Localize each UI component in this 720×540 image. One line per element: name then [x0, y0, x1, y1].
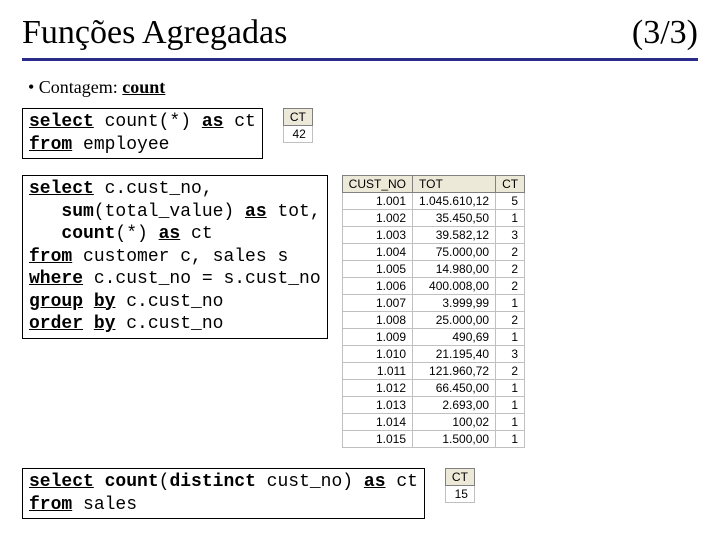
cell: 1.005 [342, 261, 412, 278]
subhead-keyword: count [122, 77, 165, 97]
cell: 490,69 [413, 329, 496, 346]
code-block-1: select count(*) as ct from employee [22, 108, 263, 159]
result-table-3: CT 15 [445, 468, 475, 503]
table-row: 1.01021.195,403 [342, 346, 524, 363]
subhead-prefix: • Contagem: [28, 77, 122, 97]
rt1-h0: CT [283, 109, 312, 126]
table-row: 1.00514.980,002 [342, 261, 524, 278]
result-table-2: CUST_NO TOT CT 1.0011.045.610,1251.00235… [342, 175, 525, 448]
table-row: 1.00235.450,501 [342, 210, 524, 227]
cell: 2 [496, 261, 525, 278]
rt2-h0: CUST_NO [342, 176, 412, 193]
cell: 1.004 [342, 244, 412, 261]
cell: 3 [496, 346, 525, 363]
table-row: 1.00475.000,002 [342, 244, 524, 261]
cell: 25.000,00 [413, 312, 496, 329]
cell: 1.045.610,12 [413, 193, 496, 210]
cell: 1.003 [342, 227, 412, 244]
cell: 1 [496, 210, 525, 227]
table-row: 1.009490,691 [342, 329, 524, 346]
cell: 21.195,40 [413, 346, 496, 363]
cell: 1 [496, 329, 525, 346]
table-row: 1.014100,021 [342, 414, 524, 431]
cell: 39.582,12 [413, 227, 496, 244]
cell: 14.980,00 [413, 261, 496, 278]
cell: 1.015 [342, 431, 412, 448]
cell: 1.002 [342, 210, 412, 227]
cell: 1.011 [342, 363, 412, 380]
cell: 35.450,50 [413, 210, 496, 227]
rt2-h2: CT [496, 176, 525, 193]
table-row: 1.011121.960,722 [342, 363, 524, 380]
cell: 100,02 [413, 414, 496, 431]
table-row: 1.0132.693,001 [342, 397, 524, 414]
table-row: 1.0151.500,001 [342, 431, 524, 448]
code-block-2: select c.cust_no, sum(total_value) as to… [22, 175, 328, 339]
cell: 2 [496, 244, 525, 261]
result-table-1: CT 42 [283, 108, 313, 143]
cell: 1 [496, 431, 525, 448]
table-row: 1.0073.999,991 [342, 295, 524, 312]
rt3-h0: CT [445, 469, 474, 486]
cell: 66.450,00 [413, 380, 496, 397]
cell: 3 [496, 227, 525, 244]
cell: 1 [496, 295, 525, 312]
example-2: select c.cust_no, sum(total_value) as to… [22, 175, 698, 448]
cell: 2 [496, 363, 525, 380]
title-left: Funções Agregadas [22, 14, 287, 52]
cell: 3.999,99 [413, 295, 496, 312]
table-row: 1.006400.008,002 [342, 278, 524, 295]
table-row: 1.00825.000,002 [342, 312, 524, 329]
cell: 75.000,00 [413, 244, 496, 261]
code-block-3: select count(distinct cust_no) as ct fro… [22, 468, 425, 519]
cell: 1.012 [342, 380, 412, 397]
cell: 121.960,72 [413, 363, 496, 380]
cell: 1.010 [342, 346, 412, 363]
example-3: select count(distinct cust_no) as ct fro… [22, 468, 698, 519]
cell: 1.500,00 [413, 431, 496, 448]
subheading: • Contagem: count [22, 77, 698, 98]
table-row: 1.01266.450,001 [342, 380, 524, 397]
table-row: 1.00339.582,123 [342, 227, 524, 244]
cell: 1.008 [342, 312, 412, 329]
table-row: 1.0011.045.610,125 [342, 193, 524, 210]
cell: 1.006 [342, 278, 412, 295]
cell: 1.009 [342, 329, 412, 346]
cell: 1.013 [342, 397, 412, 414]
cell: 1 [496, 380, 525, 397]
cell: 400.008,00 [413, 278, 496, 295]
rt2-h1: TOT [413, 176, 496, 193]
rt3-v0: 15 [445, 486, 474, 503]
slide: Funções Agregadas (3/3) • Contagem: coun… [0, 0, 720, 519]
title-right: (3/3) [632, 14, 698, 52]
title-row: Funções Agregadas (3/3) [22, 14, 698, 52]
cell: 1.014 [342, 414, 412, 431]
rt1-v0: 42 [283, 126, 312, 143]
cell: 2 [496, 278, 525, 295]
cell: 1.001 [342, 193, 412, 210]
cell: 1 [496, 397, 525, 414]
cell: 2.693,00 [413, 397, 496, 414]
cell: 1 [496, 414, 525, 431]
example-1: select count(*) as ct from employee CT 4… [22, 108, 698, 159]
cell: 5 [496, 193, 525, 210]
cell: 1.007 [342, 295, 412, 312]
cell: 2 [496, 312, 525, 329]
title-rule [22, 58, 698, 61]
